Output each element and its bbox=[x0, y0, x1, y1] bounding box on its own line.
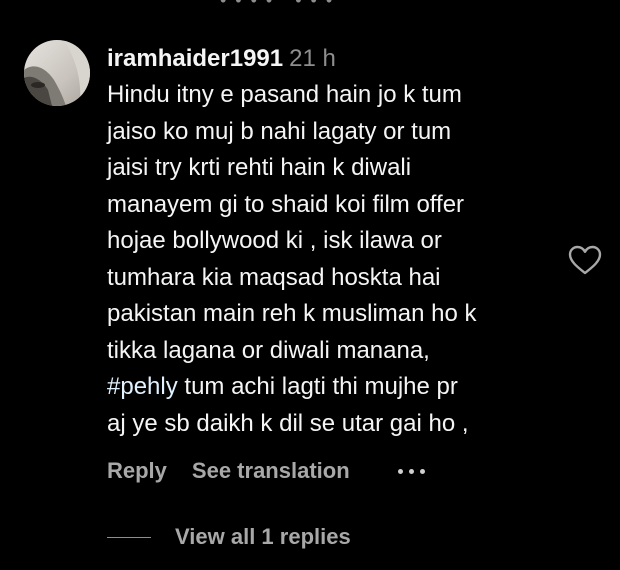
comment-timestamp: 21 h bbox=[289, 45, 336, 72]
comment-text-line: tumhara kia maqsad hoskta hai bbox=[107, 263, 441, 291]
hashtag-link[interactable]: #pehly bbox=[107, 373, 178, 400]
comment-text-line: jaisi try krti rehti hain k diwali bbox=[107, 154, 412, 181]
more-options-icon[interactable] bbox=[397, 456, 425, 486]
dot bbox=[408, 468, 414, 474]
dot bbox=[419, 468, 425, 474]
reply-button[interactable]: Reply bbox=[107, 458, 167, 484]
view-replies-button[interactable]: View all 1 replies bbox=[107, 522, 351, 552]
comment-text-line: tikka lagana or diwali manana, bbox=[107, 336, 430, 364]
comment-text-line: #pehly tum achi lagti thi mujhe pr bbox=[107, 369, 557, 406]
comment-text-line: jaiso ko muj b nahi lagaty or tum bbox=[107, 117, 452, 145]
previous-comment-fragment: • • • • , • • • bbox=[220, 0, 400, 4]
avatar[interactable] bbox=[24, 40, 90, 106]
heart-icon[interactable] bbox=[567, 244, 603, 276]
comment: iramhaider1991 21 h Hindu itny e pasand h… bbox=[107, 44, 557, 442]
comment-header: iramhaider1991 21 h bbox=[107, 44, 557, 74]
comment-actions: Reply See translation bbox=[107, 456, 425, 486]
comment-text-segment: tum achi lagti thi mujhe pr bbox=[177, 373, 458, 400]
see-translation-button[interactable]: See translation bbox=[192, 458, 350, 484]
comment-text-line: aj ye sb daikh k dil se utar gai ho , bbox=[107, 409, 469, 437]
view-replies-label: View all 1 replies bbox=[175, 524, 351, 549]
comment-text-line: Hindu itny e pasand hain jo k tum bbox=[107, 81, 462, 108]
comment-text-line: pakistan main reh k musliman ho k bbox=[107, 300, 477, 327]
dot bbox=[397, 468, 403, 474]
replies-divider bbox=[107, 536, 151, 538]
avatar-image bbox=[24, 40, 90, 106]
comment-text-line: manayem gi to shaid koi film offer bbox=[107, 190, 465, 218]
comment-text: Hindu itny e pasand hain jo k tum jaiso … bbox=[107, 77, 557, 442]
comment-text-line: hojae bollywood ki , isk ilawa or bbox=[107, 227, 442, 254]
comment-username[interactable]: iramhaider1991 bbox=[107, 45, 283, 72]
